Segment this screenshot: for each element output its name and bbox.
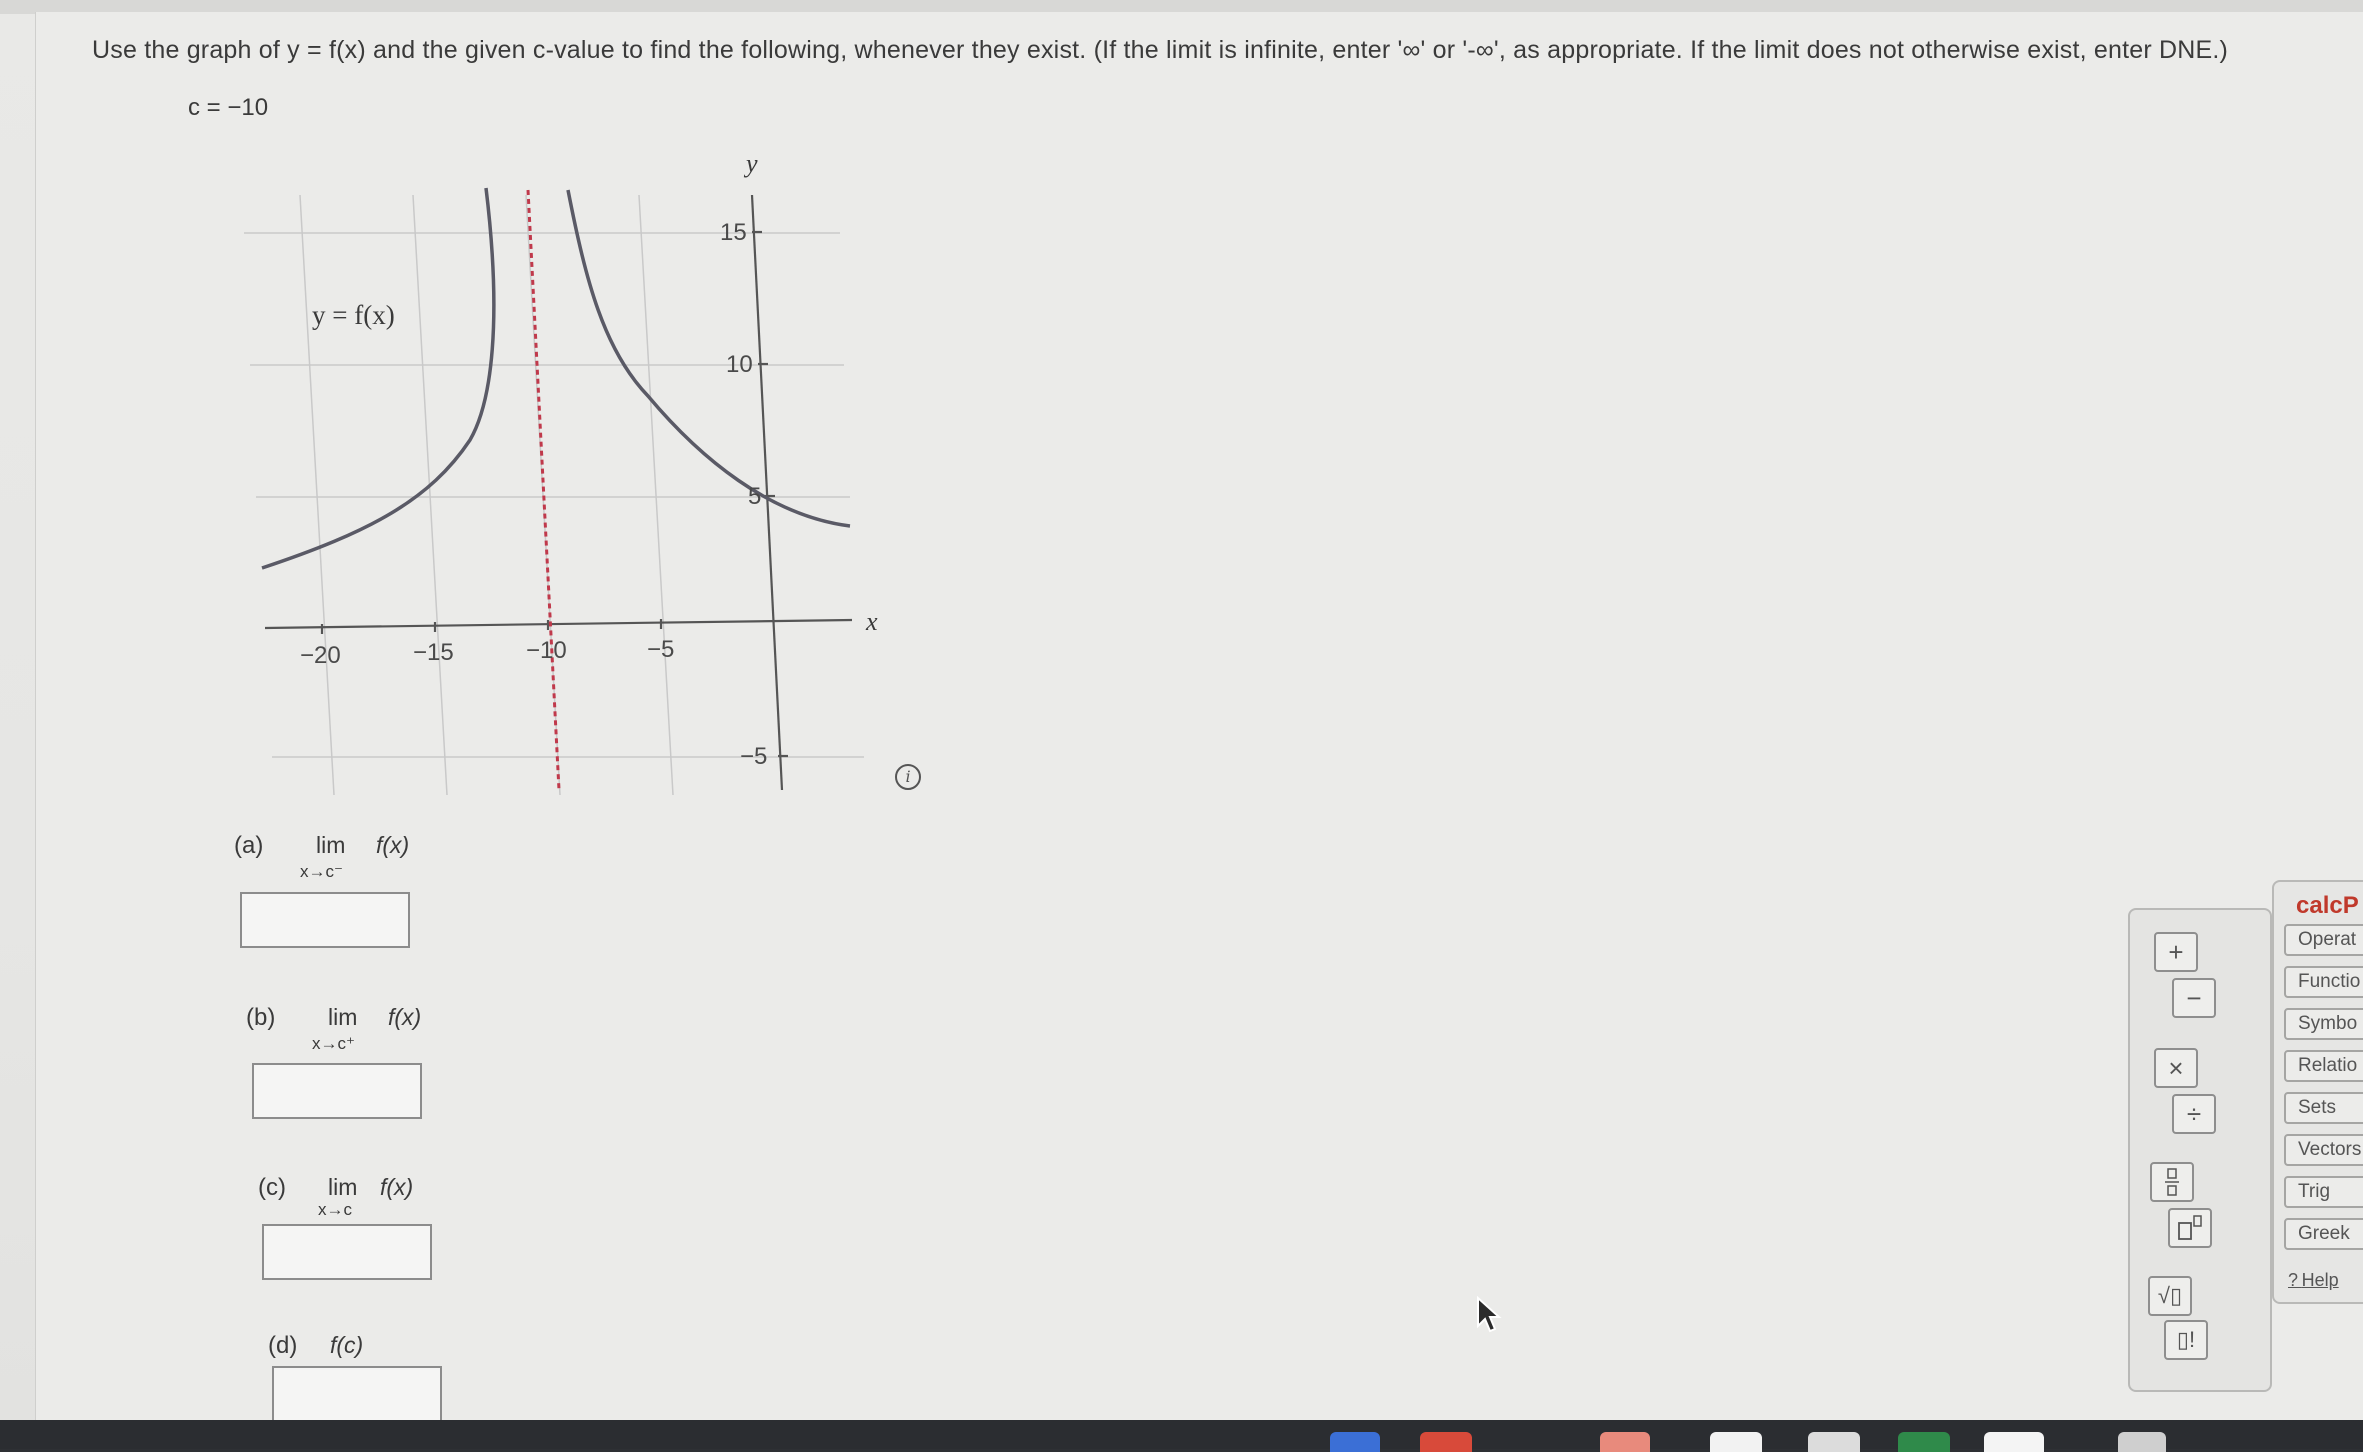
minus-button[interactable]: − [2172,978,2216,1018]
function-expression: f(x) [380,1174,414,1200]
times-button[interactable]: × [2154,1048,2198,1088]
function-label: y = f(x) [312,300,395,330]
help-link[interactable]: ? Help [2288,1270,2339,1291]
lim-subscript: x→c⁻ [300,862,343,881]
dock-app-icon[interactable] [1420,1432,1472,1452]
answer-input-c[interactable] [262,1224,432,1280]
y-tick-label: 10 [726,351,753,378]
tab-sets[interactable]: Sets [2284,1092,2363,1124]
lim-subscript: x→c⁺ [312,1034,355,1053]
x-tick-label: −15 [413,639,454,666]
dock-app-icon[interactable] [1600,1432,1650,1452]
function-expression: f(x) [376,832,410,858]
tab-relations[interactable]: Relatio [2284,1050,2363,1082]
dock-app-icon[interactable] [1710,1432,1762,1452]
part-label: (c) [258,1174,286,1201]
tab-trig[interactable]: Trig [2284,1176,2363,1208]
x-tick-label: −20 [300,642,341,669]
tab-symbols[interactable]: Symbo [2284,1008,2363,1040]
power-button[interactable] [2168,1208,2212,1248]
part-label: (a) [234,832,264,859]
fraction-button[interactable] [2150,1162,2194,1202]
function-expression: f(c) [330,1332,364,1358]
answer-input-a[interactable] [240,892,410,948]
calcpad-panel: calcP Operat Functio Symbo Relatio Sets … [2272,880,2363,1304]
help-label: Help [2301,1270,2339,1290]
y-tick-label: 5 [748,483,761,510]
x-axis-label: x [865,607,878,636]
divide-button[interactable]: ÷ [2172,1094,2216,1134]
tab-greek[interactable]: Greek [2284,1218,2363,1250]
tab-operations[interactable]: Operat [2284,924,2363,956]
lim-text: lim [328,1174,358,1200]
dock-app-icon[interactable] [1330,1432,1380,1452]
x-tick-label: −10 [526,637,567,664]
lim-subscript: x→c [318,1200,352,1219]
left-branch-curve [261,187,496,570]
lim-text: lim [328,1004,358,1030]
x-tick-label: −5 [647,636,674,663]
screen: Use the graph of y = f(x) and the given … [0,0,2363,1449]
answer-input-b[interactable] [252,1063,422,1119]
sqrt-button[interactable]: √▯ [2148,1276,2192,1316]
dock-app-icon[interactable] [1984,1432,2044,1452]
factorial-button[interactable]: ▯! [2164,1320,2208,1360]
function-graph: y x y = f(x) −20 −15 −10 −5 15 10 5 −5 [244,149,878,796]
function-expression: f(x) [388,1004,422,1030]
power-icon [2178,1215,2202,1240]
tab-functions[interactable]: Functio [2284,966,2363,998]
mouse-cursor-icon [1477,1296,1502,1333]
y-tick-label: −5 [740,743,767,770]
y-tick-label: 15 [720,219,747,246]
info-icon[interactable]: i [895,764,921,790]
part-label: (b) [246,1004,276,1031]
plus-button[interactable]: + [2154,932,2198,972]
right-branch-curve [566,189,851,528]
lim-text: lim [316,832,346,858]
tab-vectors[interactable]: Vectors [2284,1134,2363,1166]
answer-input-d[interactable] [272,1366,442,1422]
axes [264,194,853,791]
part-label: (d) [268,1332,298,1359]
fraction-icon [2165,1168,2179,1196]
help-icon: ? [2288,1270,2302,1290]
instructions-text: Use the graph of y = f(x) and the given … [92,36,2229,64]
y-axis-label: y [743,149,758,178]
math-palette: + − × ÷ √▯ ▯! [2128,908,2272,1392]
dock-app-icon[interactable] [2118,1432,2166,1452]
c-value: c = −10 [188,94,269,121]
dock-app-icon[interactable] [1898,1432,1950,1452]
calcpad-title: calcP [2296,892,2359,919]
dock-app-icon[interactable] [1808,1432,1860,1452]
